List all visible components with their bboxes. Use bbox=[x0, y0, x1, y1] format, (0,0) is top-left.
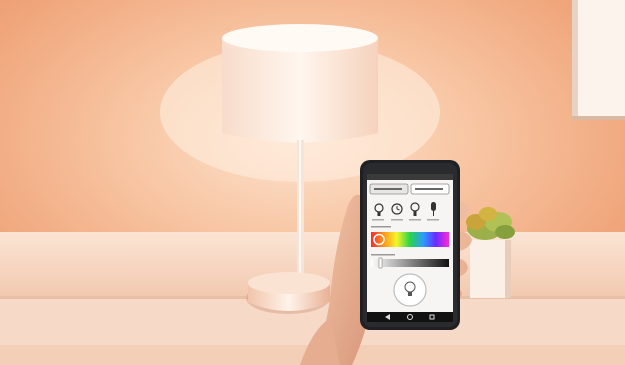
wall-cabinet bbox=[572, 0, 625, 120]
potted-plant bbox=[466, 207, 515, 298]
photo-scene bbox=[0, 0, 625, 365]
smartphone bbox=[360, 160, 460, 330]
color-spectrum-slider bbox=[371, 232, 449, 247]
power-button bbox=[393, 273, 427, 307]
brightness-slider bbox=[371, 259, 449, 267]
